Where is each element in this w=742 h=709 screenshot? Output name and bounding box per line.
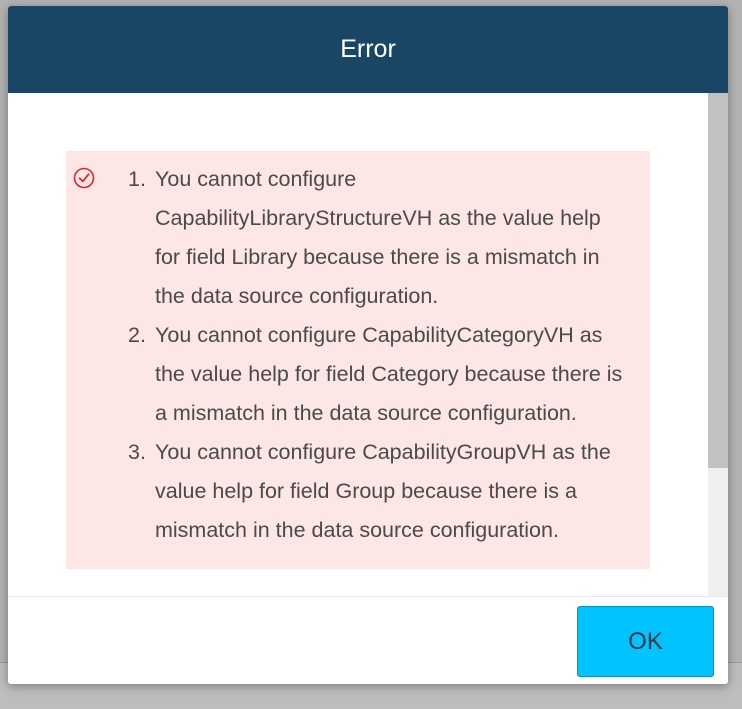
dialog-content[interactable]: 1. You cannot configure CapabilityLibrar… [8, 93, 708, 596]
message-number: 3. [128, 440, 146, 464]
message-text: You cannot configure CapabilityGroupVH a… [155, 440, 611, 542]
ok-button[interactable]: OK [577, 606, 714, 677]
error-dialog: Error 1. You cannot configure Capability… [8, 6, 728, 684]
error-message-list: 1. You cannot configure CapabilityLibrar… [128, 160, 625, 550]
check-circle-icon [73, 167, 95, 189]
content-scrollbar[interactable] [708, 93, 728, 596]
error-message-strip: 1. You cannot configure CapabilityLibrar… [66, 151, 650, 569]
message-number: 2. [128, 323, 146, 347]
message-text: You cannot configure CapabilityCategoryV… [155, 323, 623, 425]
message-text: You cannot configure CapabilityLibrarySt… [155, 167, 601, 308]
message-number: 1. [128, 167, 146, 191]
scrollbar-thumb[interactable] [708, 93, 728, 468]
dialog-title: Error [340, 35, 396, 63]
error-message-item: 2. You cannot configure CapabilityCatego… [128, 316, 625, 433]
dialog-footer: OK [8, 596, 728, 684]
error-message-item: 1. You cannot configure CapabilityLibrar… [128, 160, 625, 316]
error-message-item: 3. You cannot configure CapabilityGroupV… [128, 433, 625, 550]
dialog-header: Error [8, 6, 728, 93]
